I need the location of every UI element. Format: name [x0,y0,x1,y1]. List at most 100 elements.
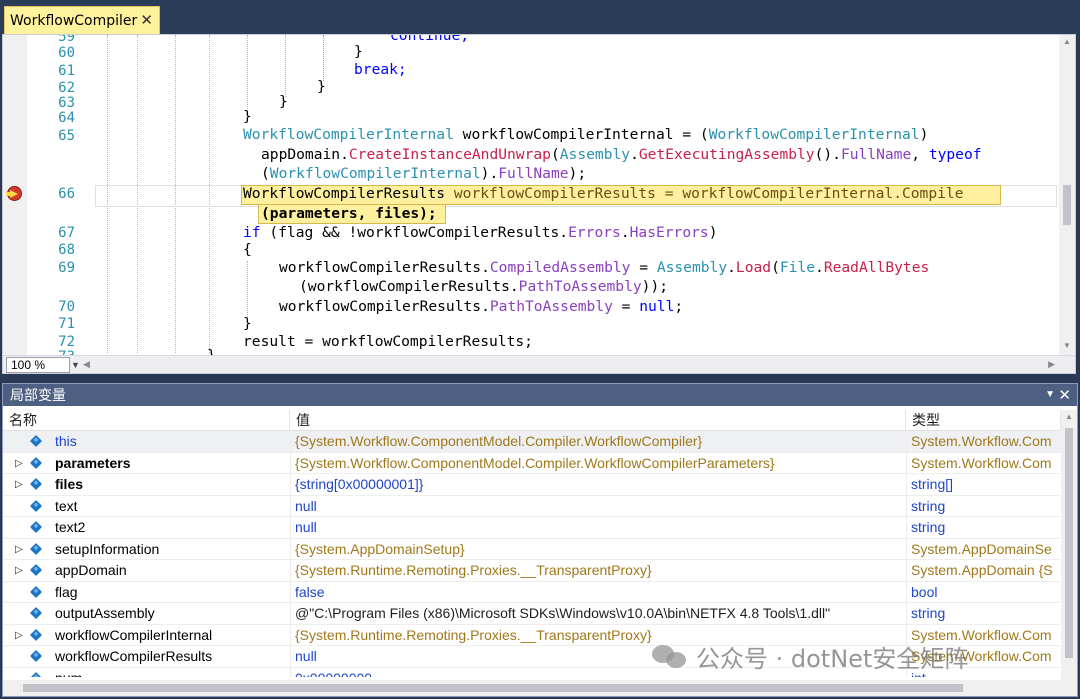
variable-type: System.Workflow.Com [911,454,1052,471]
variable-type: string[] [911,476,954,492]
code-line: WorkflowCompilerInternal workflowCompile… [243,126,929,143]
locals-title-bar: 局部变量 ▼ ✕ [3,384,1077,406]
line-number: 65 [58,128,75,144]
variable-name: appDomain [55,562,127,578]
scroll-up-icon[interactable]: ▲ [1063,37,1071,46]
locals-horizontal-scrollbar[interactable] [3,680,1077,696]
variable-value[interactable]: @"C:\Program Files (x86)\Microsoft SDKs\… [295,603,901,624]
table-row[interactable]: text null string [3,495,1061,517]
column-header-value[interactable]: 值 [290,410,906,431]
locals-vertical-scrollbar[interactable]: ▲ [1061,410,1077,680]
variable-name: text [55,497,78,514]
variable-type: System.AppDomainSe [911,540,1052,557]
line-number: 71 [58,316,75,332]
variable-type: string [911,519,946,535]
variable-name: flag [55,583,78,600]
expand-arrow-icon[interactable]: ▷ [15,539,23,560]
editor-vertical-scrollbar[interactable]: ▲ ▼ [1059,35,1075,355]
variable-value[interactable]: false [295,582,901,603]
line-number: 60 [58,45,75,61]
code-line: workflowCompilerResults.CompiledAssembly… [279,259,930,276]
field-icon [29,606,43,620]
tab-title: WorkflowCompiler [10,12,138,29]
line-number: 72 [58,334,75,350]
variable-value[interactable]: {System.Runtime.Remoting.Proxies.__Trans… [295,560,901,581]
variable-name: workflowCompilerResults [55,648,213,664]
code-line: if (flag && !workflowCompilerResults.Err… [243,224,718,241]
column-header-name[interactable]: 名称 [3,410,290,431]
variable-type: System.AppDomain {S [911,562,1053,578]
table-row[interactable]: this {System.Workflow.ComponentModel.Com… [3,431,1061,453]
code-line: } [317,78,326,95]
field-icon [29,671,43,677]
variable-value[interactable]: null [295,517,901,538]
table-row[interactable]: flag false bool [3,581,1061,603]
variable-value[interactable]: {System.AppDomainSetup} [295,539,901,560]
code-line: } [354,43,363,60]
scroll-thumb[interactable] [1063,185,1071,225]
variable-type: System.Workflow.Com [911,433,1052,449]
table-row[interactable]: ▷ files {string[0x00000001]} string[] [3,474,1061,496]
code-line: result = workflowCompilerResults; [243,333,533,350]
scroll-up-icon[interactable]: ▲ [1065,412,1073,421]
watermark-text: 公众号 · dotNet安全矩阵 [696,644,969,673]
field-icon [29,628,43,641]
field-icon [29,585,43,598]
field-icon [29,563,43,577]
zoom-select[interactable]: 100 % [6,357,70,373]
scroll-left-icon[interactable]: ◀ [83,359,90,370]
field-icon [29,434,43,448]
code-line: continue; [390,34,470,44]
close-icon[interactable]: ✕ [140,11,153,29]
table-row[interactable]: outputAssembly @"C:\Program Files (x86)\… [3,603,1061,625]
table-row[interactable]: ▷ appDomain {System.Runtime.Remoting.Pro… [3,560,1061,582]
scroll-right-icon[interactable]: ▶ [1048,359,1055,370]
watermark: 公众号 · dotNet安全矩阵 [652,640,969,673]
field-icon [29,520,43,534]
variable-type: string [911,497,946,514]
table-row[interactable]: text2 null string [3,517,1061,539]
close-icon[interactable]: ✕ [1058,384,1071,406]
field-icon [29,477,43,491]
scroll-thumb[interactable] [23,684,963,692]
indent-guide [247,35,248,115]
scroll-down-icon[interactable]: ▼ [1063,341,1071,350]
code-editor[interactable]: 59 60 61 62 63 64 65 66 67 68 69 70 71 7… [2,34,1076,374]
breakpoint-margin[interactable] [3,35,27,355]
variable-value[interactable]: {System.Workflow.ComponentModel.Compiler… [295,453,901,474]
tab-workflowcompiler[interactable]: WorkflowCompiler ✕ [4,6,160,34]
variable-value[interactable]: null [295,496,901,517]
window-options-icon[interactable]: ▼ [1045,384,1055,406]
chevron-down-icon[interactable]: ▼ [71,360,80,370]
variable-type: bool [911,583,938,600]
line-number: 64 [58,110,75,126]
code-line: break; [354,61,407,78]
breakpoint-current-statement-icon[interactable] [6,186,22,201]
code-line-current: WorkflowCompilerResults workflowCompiler… [243,185,964,202]
expand-arrow-icon[interactable]: ▷ [15,474,23,495]
variable-name: workflowCompilerInternal [55,626,213,643]
table-row[interactable]: ▷ parameters {System.Workflow.ComponentM… [3,452,1061,474]
variable-name: text2 [55,519,86,535]
line-number: 68 [58,242,75,258]
line-number: 66 [58,186,75,202]
variable-name: setupInformation [55,540,160,557]
variable-value[interactable]: {string[0x00000001]} [295,474,901,495]
line-number: 69 [58,260,75,276]
line-number: 61 [58,63,75,79]
code-line: } [243,315,252,332]
column-header-type[interactable]: 类型 [906,410,1061,431]
code-line: (workflowCompilerResults.PathToAssembly)… [299,278,669,295]
variable-value[interactable]: {System.Workflow.ComponentModel.Compiler… [295,431,901,452]
expand-arrow-icon[interactable]: ▷ [15,453,23,474]
line-number: 59 [58,34,75,45]
table-row[interactable]: ▷ setupInformation {System.AppDomainSetu… [3,538,1061,560]
variable-name: num [55,668,82,678]
field-icon [29,542,43,555]
variable-name: outputAssembly [55,605,155,621]
expand-arrow-icon[interactable]: ▷ [15,625,23,646]
line-number: 70 [58,299,75,315]
expand-arrow-icon[interactable]: ▷ [15,560,23,581]
scroll-thumb[interactable] [1065,428,1073,658]
panel-title: 局部变量 [10,387,66,403]
